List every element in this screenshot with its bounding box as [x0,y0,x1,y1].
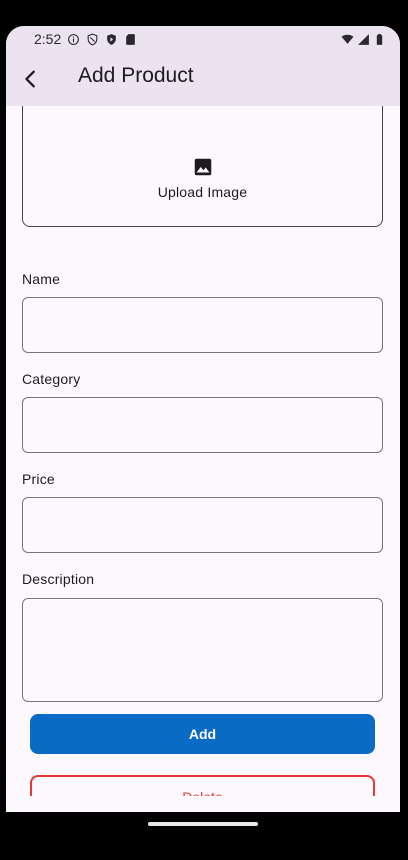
wifi-icon [341,34,354,44]
status-time: 2:52 [34,31,62,47]
info-icon [68,33,80,45]
battery-icon [376,33,383,45]
image-icon [194,158,211,175]
back-button[interactable] [18,66,44,92]
price-label: Price [22,471,55,487]
play-protect-icon [107,33,117,45]
signal-icon [358,33,369,45]
form-scroll-area[interactable]: Upload Image Name Category Price Descrip… [6,106,400,796]
status-bar: 2:52 [6,26,400,52]
delete-button[interactable]: Delete [30,775,375,796]
category-label: Category [22,371,81,387]
app-bar: Add Product [6,52,400,106]
sd-card-icon [126,33,136,45]
add-button[interactable]: Add [30,714,375,754]
name-field[interactable] [22,297,383,353]
price-field[interactable] [22,497,383,553]
home-gesture-handle[interactable] [148,822,258,826]
system-nav-bar [0,812,408,860]
back-arrow-icon [25,70,35,88]
phone-screen: 2:52 Add Product Upload Image Name Categ… [6,26,400,812]
shield-icon [87,33,98,46]
upload-image-label: Upload Image [157,183,248,200]
upload-image-button[interactable]: Upload Image [22,106,383,227]
page-title: Add Product [78,64,194,87]
description-field[interactable] [22,598,383,702]
description-label: Description [22,571,95,587]
name-label: Name [22,271,61,287]
category-field[interactable] [22,397,383,453]
